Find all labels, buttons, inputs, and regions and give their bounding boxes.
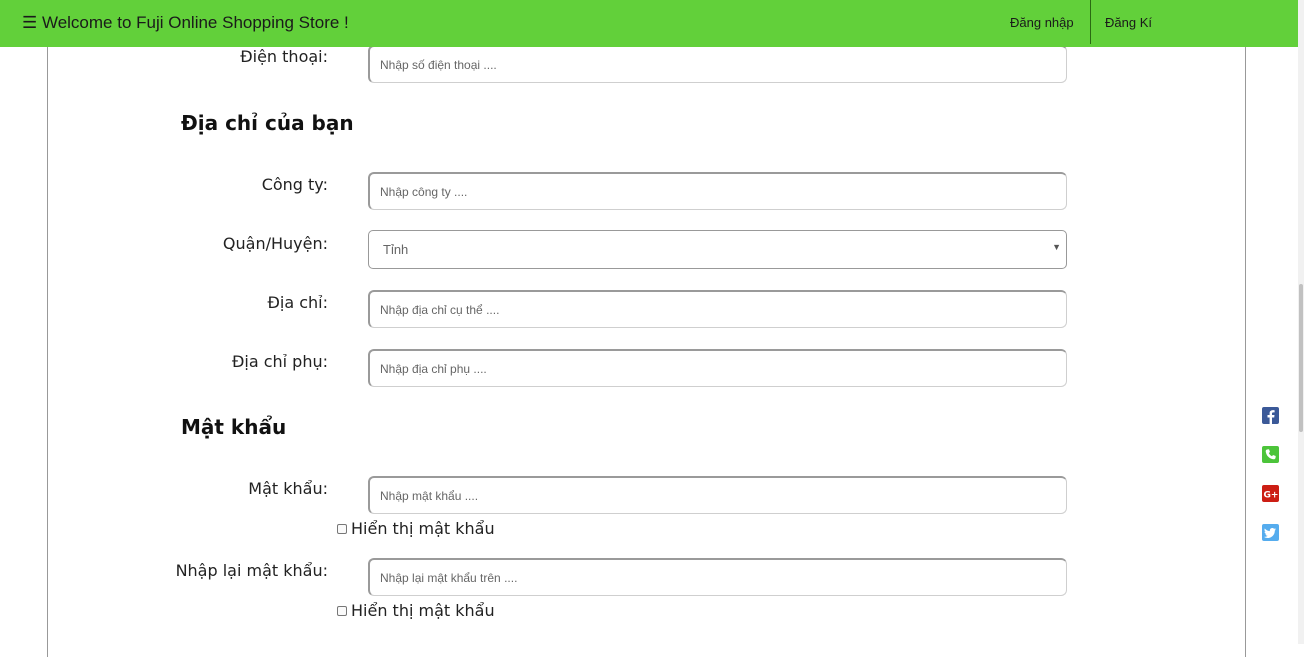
show-password-label-1: Hiển thị mật khẩu: [351, 519, 495, 538]
confirm-password-label: Nhập lại mật khẩu:: [175, 561, 328, 580]
menu-brand-title[interactable]: ☰ Welcome to Fuji Online Shopping Store …: [22, 13, 349, 33]
address-section-title: Địa chỉ của bạn: [181, 111, 354, 135]
register-link[interactable]: Đăng Kí: [1105, 15, 1152, 30]
district-select[interactable]: Tỉnh ▼: [368, 230, 1067, 269]
password-input[interactable]: [368, 476, 1067, 514]
show-password-row-2: Hiển thị mật khẩu: [337, 601, 495, 620]
address2-input[interactable]: [368, 349, 1067, 387]
company-input[interactable]: [368, 172, 1067, 210]
facebook-icon[interactable]: [1262, 407, 1279, 424]
address2-label: Địa chỉ phụ:: [231, 352, 328, 371]
password-section-title: Mật khẩu: [181, 415, 287, 439]
address-label: Địa chỉ:: [267, 293, 328, 312]
district-select-value: Tỉnh: [383, 242, 409, 257]
login-link[interactable]: Đăng nhập: [1010, 15, 1074, 30]
district-label: Quận/Huyện:: [222, 234, 328, 253]
nav-divider: [1090, 0, 1091, 44]
company-label: Công ty:: [261, 175, 328, 194]
page-scrollbar[interactable]: [1298, 0, 1304, 644]
phone-label: Điện thoại:: [240, 47, 328, 66]
twitter-icon[interactable]: [1262, 524, 1279, 541]
chevron-down-icon: ▼: [1052, 242, 1061, 252]
show-password-checkbox-1[interactable]: [337, 523, 347, 534]
address-input[interactable]: [368, 290, 1067, 328]
svg-text:G+: G+: [1264, 491, 1279, 501]
password-label: Mật khẩu:: [248, 479, 328, 498]
show-password-row-1: Hiển thị mật khẩu: [337, 519, 495, 538]
confirm-password-input[interactable]: [368, 558, 1067, 596]
phone-input[interactable]: [368, 45, 1067, 83]
scrollbar-thumb[interactable]: [1299, 284, 1303, 432]
phone-icon[interactable]: [1262, 446, 1279, 463]
top-navbar: ☰ Welcome to Fuji Online Shopping Store …: [0, 0, 1298, 47]
google-plus-icon[interactable]: G+: [1262, 485, 1279, 502]
show-password-checkbox-2[interactable]: [337, 605, 347, 616]
show-password-label-2: Hiển thị mật khẩu: [351, 601, 495, 620]
